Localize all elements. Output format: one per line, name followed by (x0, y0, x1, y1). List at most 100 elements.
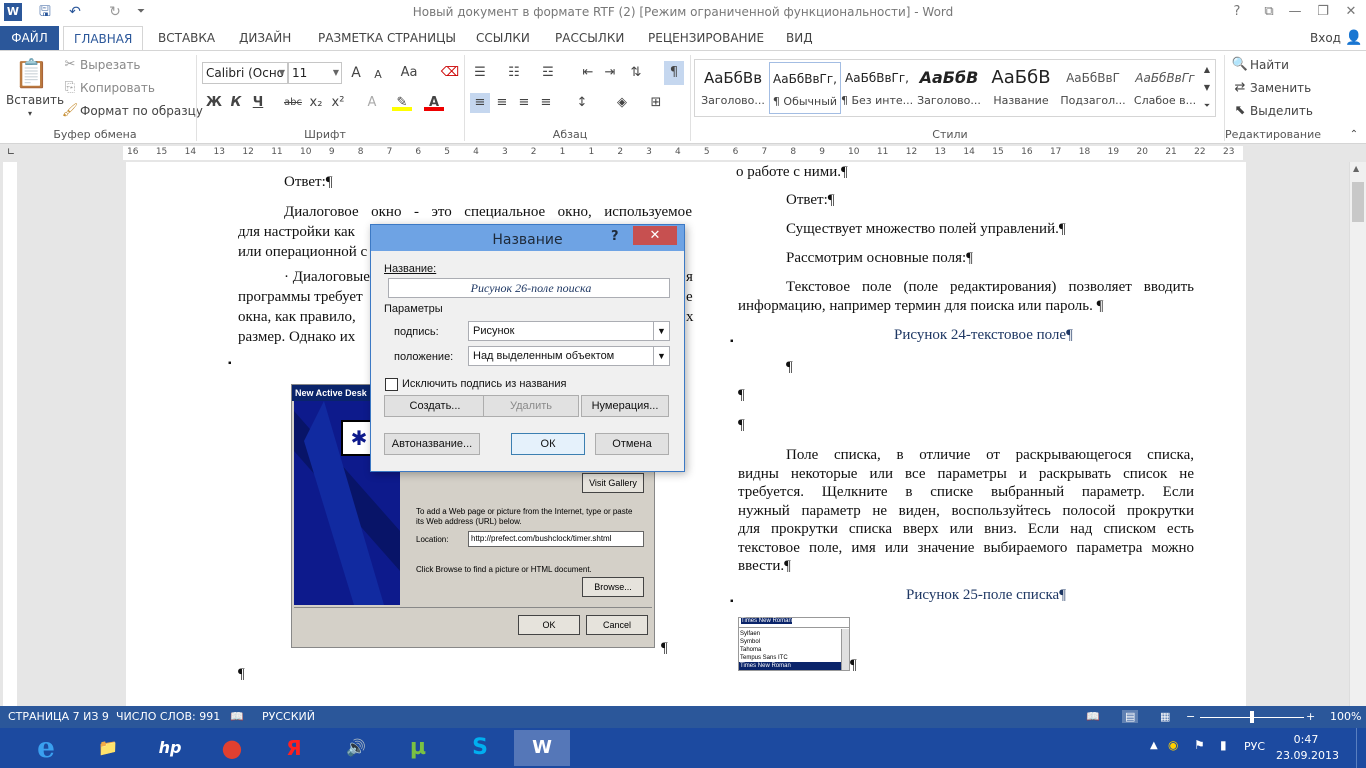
grow-font-button[interactable]: A (346, 63, 366, 83)
tab-insert[interactable]: ВСТАВКА (148, 26, 225, 50)
dialog-help-button[interactable]: ? (611, 229, 619, 244)
close-button[interactable]: ✕ (1336, 2, 1366, 22)
style-item[interactable]: АаБбВв Заголово... (697, 62, 769, 114)
styles-scroll-up-icon[interactable]: ▲ (1199, 60, 1215, 80)
tray-network-icon[interactable]: ⚑ (1194, 738, 1205, 752)
subscript-button[interactable]: x₂ (306, 93, 326, 113)
zoom-in-icon[interactable]: + (1306, 710, 1315, 723)
font-color-icon[interactable]: A (424, 93, 444, 111)
cancel-button[interactable]: Отмена (595, 433, 669, 455)
language[interactable]: РУССКИЙ (262, 710, 315, 723)
tray-time[interactable]: 0:47 (1276, 733, 1336, 746)
caption-input[interactable]: Рисунок 26-поле поиска (388, 278, 670, 298)
dialog-titlebar[interactable]: Название ? ✕ (371, 225, 684, 251)
line-spacing-icon[interactable]: ↕ (572, 93, 592, 113)
vertical-scrollbar[interactable]: ▲ (1349, 162, 1366, 706)
audio-icon[interactable]: 🔊 (328, 730, 384, 766)
style-item[interactable]: АаБбВ Заголово... (913, 62, 985, 114)
zoom-slider-thumb[interactable] (1250, 711, 1254, 723)
bold-button[interactable]: Ж (204, 93, 224, 113)
align-right-icon[interactable]: ≡ (514, 93, 534, 113)
align-center-icon[interactable]: ≡ (492, 93, 512, 113)
new-label-button[interactable]: Создать... (384, 395, 486, 417)
styles-more-icon[interactable]: ⏷ (1199, 96, 1215, 116)
style-item[interactable]: АаБбВвГг, ¶ Обычный (769, 62, 841, 114)
utorrent-icon[interactable]: µ (390, 730, 446, 766)
document-page[interactable]: Ответ:¶ Диалоговое окно - это специально… (126, 162, 1246, 706)
ie-icon[interactable]: e (18, 730, 74, 766)
underline-button[interactable]: Ч (248, 93, 268, 113)
justify-icon[interactable]: ≡ (536, 93, 556, 113)
change-case-button[interactable]: Aa (396, 63, 422, 83)
tray-app-icon[interactable]: ◉ (1168, 738, 1178, 752)
multilevel-list-icon[interactable]: ☲ (538, 63, 558, 83)
proofing-icon[interactable]: 📖 (230, 710, 244, 723)
word-count[interactable]: ЧИСЛО СЛОВ: 991 (116, 710, 220, 723)
numbering-button[interactable]: Нумерация... (581, 395, 669, 417)
tab-design[interactable]: ДИЗАЙН (229, 26, 301, 50)
align-left-icon[interactable]: ≡ (470, 93, 490, 113)
zoom-level[interactable]: 100% (1330, 710, 1361, 723)
tray-signal-icon[interactable]: ▮ (1220, 738, 1227, 752)
format-painter-button[interactable]: Формат по образцу (80, 104, 203, 118)
cut-button[interactable]: Вырезать (80, 58, 141, 72)
autocaption-button[interactable]: Автоназвание... (384, 433, 480, 455)
restore-button[interactable]: ❐ (1308, 2, 1338, 22)
delete-label-button[interactable]: Удалить (483, 395, 579, 417)
tab-home[interactable]: ГЛАВНАЯ (63, 26, 143, 51)
label-select[interactable]: Рисунок ▼ (468, 321, 670, 341)
skype-icon[interactable]: S (452, 730, 508, 766)
page-count[interactable]: СТРАНИЦА 7 ИЗ 9 (8, 710, 109, 723)
highlight-icon[interactable]: ✎ (392, 93, 412, 111)
decrease-indent-icon[interactable]: ⇤ (578, 63, 598, 83)
strikethrough-button[interactable]: abc (282, 93, 304, 113)
shrink-font-button[interactable]: A (368, 65, 388, 85)
word-taskbar-icon[interactable]: W (514, 730, 570, 766)
minimize-button[interactable]: — (1280, 2, 1310, 22)
exclude-checkbox[interactable] (385, 378, 398, 391)
user-icon[interactable]: 👤 (1344, 26, 1364, 50)
explorer-icon[interactable]: 📁 (80, 730, 136, 766)
collapse-ribbon-icon[interactable]: ⌃ (1344, 125, 1364, 145)
hp-icon[interactable]: hp (142, 730, 198, 766)
italic-button[interactable]: К (226, 93, 246, 113)
yandex-icon[interactable]: Я (266, 730, 322, 766)
horizontal-ruler[interactable]: ∟ 16 15 14 13 12 11 10 9 8 7 6 5 4 3 2 1 1 2 3 4 5 6 7 8 9 10 11 12… (0, 144, 1366, 162)
increase-indent-icon[interactable]: ⇥ (600, 63, 620, 83)
shading-icon[interactable]: ◈ (612, 93, 632, 113)
tab-references[interactable]: ССЫЛКИ (466, 26, 540, 50)
chrome-icon[interactable]: ● (204, 730, 260, 766)
tab-file[interactable]: ФАЙЛ (0, 26, 59, 50)
ok-button[interactable]: ОК (511, 433, 585, 455)
read-mode-icon[interactable]: 📖 (1086, 710, 1100, 723)
zoom-out-icon[interactable]: − (1186, 710, 1195, 723)
find-button[interactable]: Найти (1250, 58, 1289, 72)
help-button[interactable]: ? (1222, 2, 1252, 22)
tray-language[interactable]: РУС (1244, 740, 1265, 753)
dialog-close-button[interactable]: ✕ (633, 226, 677, 245)
tab-mailings[interactable]: РАССЫЛКИ (545, 26, 634, 50)
show-formatting-button[interactable]: ¶ (664, 61, 684, 85)
style-item[interactable]: АаБбВ Название (985, 62, 1057, 114)
superscript-button[interactable]: x² (328, 93, 348, 113)
signin-link[interactable]: Вход (1300, 26, 1350, 50)
font-name-combo[interactable]: Calibri (Осно ▼ (202, 62, 288, 84)
style-item[interactable]: АаБбВвГг Слабое в... (1129, 62, 1201, 114)
show-desktop-button[interactable] (1356, 728, 1366, 768)
tab-layout[interactable]: РАЗМЕТКА СТРАНИЦЫ (308, 26, 466, 50)
paste-icon[interactable]: 📋 (14, 57, 49, 91)
styles-scroll-down-icon[interactable]: ▼ (1199, 78, 1215, 98)
borders-icon[interactable]: ⊞ (646, 93, 666, 113)
replace-button[interactable]: Заменить (1250, 81, 1311, 95)
sort-icon[interactable]: ⇅ (626, 63, 646, 83)
tray-chevron-icon[interactable]: ▲ (1150, 740, 1158, 751)
copy-button[interactable]: Копировать (80, 81, 155, 95)
font-size-combo[interactable]: 11 ▼ (288, 62, 342, 84)
bullets-icon[interactable]: ☰ (470, 63, 490, 83)
web-layout-icon[interactable]: ▦ (1160, 710, 1170, 723)
style-item[interactable]: АаБбВвГ Подзагол... (1057, 62, 1129, 114)
select-button[interactable]: Выделить (1250, 104, 1313, 118)
paste-button[interactable]: Вставить (6, 93, 64, 107)
text-effects-icon[interactable]: A (362, 93, 382, 113)
tab-selector-icon[interactable]: ∟ (4, 144, 18, 162)
